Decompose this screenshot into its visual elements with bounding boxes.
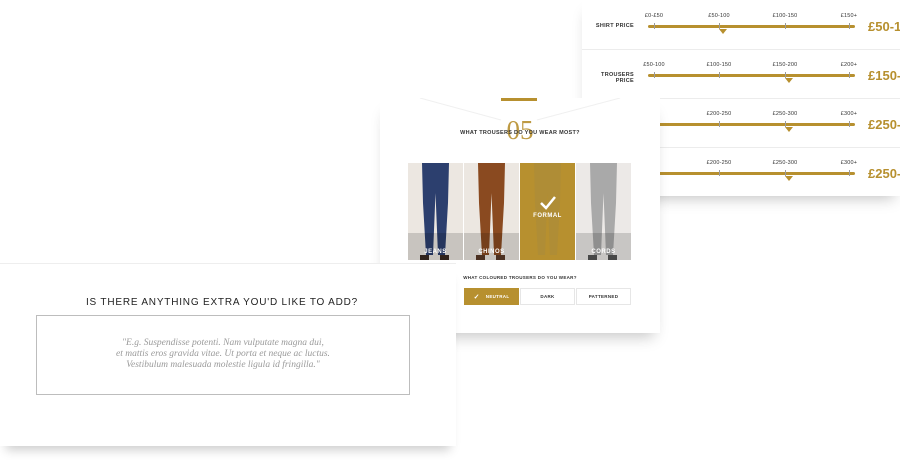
tick-label: £250-300 (772, 111, 798, 117)
slider-tick (785, 23, 786, 29)
formal-image (534, 163, 561, 255)
shirt-price-row: SHIRT PRICE £0-£50 £50-100 £100-150 £150… (582, 0, 900, 50)
price-slider-track[interactable] (648, 123, 855, 126)
slider-tick (719, 170, 720, 176)
option-label: CORDS (591, 249, 616, 255)
colour-option-patterned[interactable]: PATTERNED (576, 288, 631, 305)
option-label: JEANS (424, 249, 447, 255)
option-cords[interactable]: CORDS (576, 163, 631, 260)
slider-tick (654, 72, 655, 78)
shirt-price-label: SHIRT PRICE (595, 23, 634, 29)
tick-label: £200+ (840, 62, 858, 68)
placeholder-line: et mattis eros gravida vitae. Ut porta e… (116, 349, 330, 359)
trousers-price-label: TROUSERS PRICE (601, 72, 634, 84)
trousers-question: WHAT TROUSERS DO YOU WEAR MOST? (460, 130, 580, 136)
tick-label: £150+ (840, 13, 858, 19)
textarea-placeholder: "E.g. Suspendisse potenti. Nam vulputate… (37, 338, 409, 371)
slider-tick (849, 23, 850, 29)
slider-tick (719, 121, 720, 127)
trousers-price-row: TROUSERS PRICE £50-100 £100-150 £150-200… (582, 49, 900, 99)
tick-label: £200-250 (706, 111, 732, 117)
colour-option-neutral[interactable]: ✓ NEUTRAL (464, 288, 519, 305)
placeholder-line: "E.g. Suspendisse potenti. Nam vulputate… (122, 338, 324, 348)
placeholder-line: Vestibulum malesuada molestie ligula id … (126, 360, 320, 370)
option-label: FORMAL (533, 213, 562, 219)
tick-label: £300+ (840, 111, 858, 117)
option-jeans[interactable]: JEANS (408, 163, 463, 260)
extra-comments-textarea[interactable]: "E.g. Suspendisse potenti. Nam vulputate… (36, 315, 410, 395)
tick-label: £50-100 (708, 13, 730, 19)
colour-option-label: NEUTRAL (485, 294, 510, 299)
jeans-image (408, 163, 463, 260)
slider-tick (849, 72, 850, 78)
checkmark-icon: ✓ (473, 293, 480, 301)
selected-price-display: £250-3 (868, 166, 900, 181)
cords-image (576, 163, 631, 260)
slider-tick (849, 170, 850, 176)
extra-comments-card: IS THERE ANYTHING EXTRA YOU'D LIKE TO AD… (0, 263, 456, 446)
price-slider-track[interactable] (648, 172, 855, 175)
colour-option-label: DARK (540, 294, 555, 299)
tick-label: £150-200 (772, 62, 798, 68)
option-formal[interactable]: FORMAL (520, 163, 575, 260)
step-indicator-bar (501, 98, 537, 101)
colour-option-label: PATTERNED (588, 294, 619, 299)
price-slider-track[interactable] (648, 74, 855, 77)
tick-label: £100-150 (706, 62, 732, 68)
selected-price-display: £150-2 (868, 68, 900, 83)
extra-title: IS THERE ANYTHING EXTRA YOU'D LIKE TO AD… (85, 297, 359, 308)
slider-tick (654, 23, 655, 29)
slider-tick (719, 72, 720, 78)
tick-label: £300+ (840, 160, 858, 166)
option-label: CHINOS (478, 249, 505, 255)
tick-label: £0-£50 (644, 13, 664, 19)
option-chinos[interactable]: CHINOS (464, 163, 519, 260)
tick-label: £250-300 (772, 160, 798, 166)
tick-label: £50-100 (643, 62, 665, 68)
chinos-image (464, 163, 519, 260)
price-slider-track[interactable] (648, 25, 855, 28)
slider-tick (849, 121, 850, 127)
tick-label: £200-250 (706, 160, 732, 166)
selected-price-display: £50-10 (868, 19, 900, 34)
selected-price-display: £250-3 (868, 117, 900, 132)
colour-option-dark[interactable]: DARK (520, 288, 575, 305)
tick-label: £100-150 (772, 13, 798, 19)
